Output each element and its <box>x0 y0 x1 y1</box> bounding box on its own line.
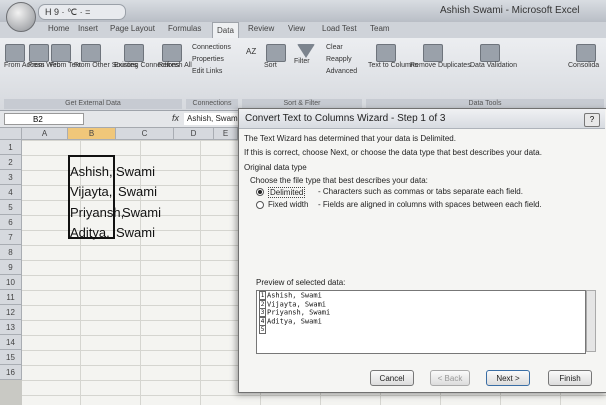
filter-button[interactable]: Filter <box>294 44 318 72</box>
tab-review[interactable]: Review <box>248 24 274 33</box>
preview-line: 2 Vijayta, Swami <box>259 299 327 309</box>
select-all-corner[interactable] <box>0 128 22 140</box>
row-header-10[interactable]: 10 <box>0 275 22 290</box>
cancel-button[interactable]: Cancel <box>370 370 414 386</box>
delimited-label[interactable]: Delimited <box>268 187 306 198</box>
row-header-15[interactable]: 15 <box>0 350 22 365</box>
data-preview[interactable]: 1 Ashish, Swami 2 Vijayta, Swami 3 Priyansh… <box>256 290 586 354</box>
cell-c2[interactable]: Swami <box>116 163 155 180</box>
selection-border <box>68 155 115 239</box>
tab-formulas[interactable]: Formulas <box>168 24 201 33</box>
tab-load-test[interactable]: Load Test <box>322 24 357 33</box>
group-label-connections: Connections <box>186 99 238 109</box>
row-header-1[interactable]: 1 <box>0 140 22 155</box>
row-header-11[interactable]: 11 <box>0 290 22 305</box>
row-header-6[interactable]: 6 <box>0 215 22 230</box>
name-box[interactable]: B2 <box>4 113 84 125</box>
consolidate-icon <box>576 44 596 62</box>
sort-button[interactable]: Sort <box>264 44 288 72</box>
from-web-button[interactable]: From Web <box>28 44 61 72</box>
delimited-description: - Characters such as commas or tabs sepa… <box>318 187 523 196</box>
next-button[interactable]: Next > <box>486 370 530 386</box>
preview-label: Preview of selected data: <box>256 278 346 287</box>
filter-icon <box>297 44 315 58</box>
column-header-d[interactable]: D <box>174 128 214 140</box>
row-header-9[interactable]: 9 <box>0 260 22 275</box>
fx-icon[interactable]: fx <box>172 113 179 123</box>
advanced-button[interactable]: Advanced <box>326 68 357 75</box>
group-label-external: Get External Data <box>4 99 182 109</box>
column-header-a[interactable]: A <box>22 128 68 140</box>
row-header-13[interactable]: 13 <box>0 320 22 335</box>
tab-team[interactable]: Team <box>370 24 390 33</box>
finish-button[interactable]: Finish <box>548 370 592 386</box>
data-validation-button[interactable]: Data Validation <box>470 44 517 72</box>
preview-scrollbar[interactable] <box>586 290 596 352</box>
remove-duplicates-button[interactable]: Remove Duplicates <box>410 44 471 72</box>
fixed-width-label[interactable]: Fixed width <box>268 200 308 209</box>
text-file-icon <box>51 44 71 62</box>
dialog-intro-line1: The Text Wizard has determined that your… <box>244 134 456 143</box>
preview-line: 3 Priyansh, Swami <box>259 308 331 317</box>
from-text-button[interactable]: From Text <box>50 44 81 72</box>
column-header-b[interactable]: B <box>68 128 116 140</box>
row-header-16[interactable]: 16 <box>0 365 22 380</box>
reapply-button[interactable]: Reapply <box>326 56 352 63</box>
row-header-4[interactable]: 4 <box>0 185 22 200</box>
tab-page-layout[interactable]: Page Layout <box>110 24 155 33</box>
database-icon <box>81 44 101 62</box>
row-header-12[interactable]: 12 <box>0 305 22 320</box>
office-button[interactable] <box>6 2 36 32</box>
web-icon <box>29 44 49 62</box>
back-button[interactable]: < Back <box>430 370 470 386</box>
dialog-title[interactable]: Convert Text to Columns Wizard - Step 1 … <box>239 109 605 129</box>
remove-duplicates-icon <box>423 44 443 62</box>
cell-c4[interactable]: Swami <box>122 204 161 221</box>
row-header-8[interactable]: 8 <box>0 245 22 260</box>
column-header-e[interactable]: E <box>214 128 238 140</box>
refresh-icon <box>162 44 182 62</box>
text-to-columns-icon <box>376 44 396 62</box>
sort-icon <box>266 44 286 62</box>
cell-c5[interactable]: Swami <box>116 224 155 241</box>
properties-button[interactable]: Properties <box>192 56 224 63</box>
quick-access-toolbar[interactable]: H 9 · ℃ · = <box>38 4 126 20</box>
data-validation-icon <box>480 44 500 62</box>
row-header-7[interactable]: 7 <box>0 230 22 245</box>
row-header-5[interactable]: 5 <box>0 200 22 215</box>
window-title: Ashish Swami - Microsoft Excel <box>440 5 580 16</box>
tab-view[interactable]: View <box>288 24 305 33</box>
consolidate-button[interactable]: Consolida <box>568 44 604 72</box>
from-other-sources-button[interactable]: From Other Sources <box>74 44 137 72</box>
preview-line: 5 <box>259 325 266 334</box>
tab-data[interactable]: Data <box>212 22 239 38</box>
original-data-type-label: Original data type <box>244 163 307 172</box>
connections-icon <box>124 44 144 62</box>
fixed-width-description: - Fields are aligned in columns with spa… <box>318 200 542 209</box>
sort-az-icon[interactable]: AZ <box>246 46 260 70</box>
choose-type-label: Choose the file type that best describes… <box>250 176 428 185</box>
row-header-14[interactable]: 14 <box>0 335 22 350</box>
fixed-width-radio[interactable] <box>256 201 264 209</box>
text-to-columns-button[interactable]: Text to Columns <box>368 44 418 72</box>
delimited-radio[interactable] <box>256 188 264 196</box>
tab-home[interactable]: Home <box>48 24 69 33</box>
connections-button[interactable]: Connections <box>192 44 231 51</box>
edit-links-button[interactable]: Edit Links <box>192 68 222 75</box>
column-header-c[interactable]: C <box>116 128 174 140</box>
from-access-button[interactable]: From Access <box>4 44 44 72</box>
help-button[interactable]: ? <box>584 113 600 127</box>
preview-line: 4 Aditya, Swami <box>259 316 322 326</box>
refresh-all-button[interactable]: Refresh All <box>158 44 192 72</box>
preview-line: 1 Ashish, Swami <box>259 291 322 300</box>
row-header-2[interactable]: 2 <box>0 155 22 170</box>
clear-button[interactable]: Clear <box>326 44 343 51</box>
row-header-3[interactable]: 3 <box>0 170 22 185</box>
existing-connections-button[interactable]: Existing Connections <box>114 44 179 72</box>
dialog-intro-line2: If this is correct, choose Next, or choo… <box>244 148 542 157</box>
access-icon <box>5 44 25 62</box>
cell-c3[interactable]: Swami <box>118 183 157 200</box>
tab-insert[interactable]: Insert <box>78 24 98 33</box>
